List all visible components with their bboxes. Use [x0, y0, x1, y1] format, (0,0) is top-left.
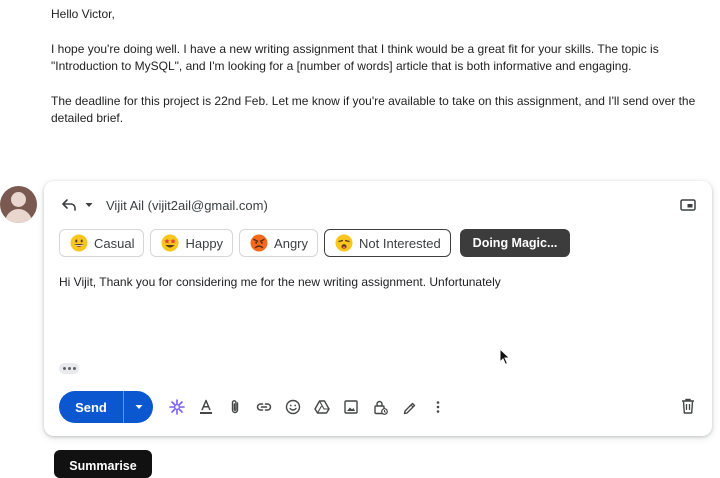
avatar[interactable] — [0, 186, 37, 223]
show-trimmed-content-button[interactable] — [59, 363, 79, 374]
tone-not-interested-button[interactable]: Not Interested — [324, 229, 451, 257]
tone-angry-button[interactable]: Angry — [239, 229, 319, 257]
mouse-cursor-icon — [499, 348, 511, 366]
reply-icon[interactable] — [60, 196, 78, 214]
reply-header: Vijit Ail (vijit2ail@gmail.com) — [60, 195, 268, 215]
attach-button[interactable] — [220, 397, 249, 417]
email-paragraph-1: I hope you're doing well. I have a new w… — [51, 41, 659, 74]
star-struck-emoji — [161, 234, 179, 252]
email-paragraph-2: The deadline for this project is 22nd Fe… — [51, 93, 696, 126]
tone-label: Not Interested — [359, 235, 441, 251]
summarise-button[interactable]: Summarise — [54, 450, 152, 478]
text-format-icon — [199, 399, 212, 414]
trash-icon[interactable] — [680, 397, 696, 415]
insert-signature-button[interactable] — [394, 397, 423, 417]
more-options-icon — [436, 401, 439, 413]
grinning-face-emoji — [70, 234, 88, 252]
confidential-mode-button[interactable] — [365, 397, 394, 417]
insert-emoji-button[interactable] — [278, 397, 307, 417]
emoji-icon — [285, 399, 300, 415]
ai-sparkle-icon — [168, 399, 185, 415]
chevron-down-icon — [135, 405, 142, 409]
reply-compose-box: Vijit Ail (vijit2ail@gmail.com) Casual H… — [44, 181, 712, 436]
tone-label: Happy — [185, 235, 224, 251]
insert-link-button[interactable] — [249, 397, 278, 417]
weary-face-emoji — [335, 234, 353, 252]
link-icon — [256, 403, 271, 411]
ai-sparkle-button[interactable] — [162, 397, 191, 417]
photo-icon — [343, 400, 358, 414]
popout-icon[interactable] — [680, 197, 696, 213]
angry-face-emoji — [250, 234, 268, 252]
insert-photo-button[interactable] — [336, 397, 365, 417]
tone-selector: Casual Happy Angry Not Interested Doing … — [59, 229, 571, 257]
chevron-down-icon[interactable] — [84, 200, 94, 210]
more-options-button[interactable] — [423, 397, 452, 417]
doing-magic-button[interactable]: Doing Magic... — [459, 229, 571, 257]
email-body: Hello Victor, I hope you're doing well. … — [51, 6, 716, 145]
insert-drive-button[interactable] — [307, 397, 336, 417]
tone-casual-button[interactable]: Casual — [59, 229, 145, 257]
confidential-lock-icon — [373, 400, 388, 415]
signature-pen-icon — [403, 402, 415, 415]
attach-icon — [231, 400, 238, 414]
tone-label: Angry — [274, 235, 309, 251]
send-button-group: Send — [59, 391, 153, 423]
recipient[interactable]: Vijit Ail (vijit2ail@gmail.com) — [106, 198, 268, 213]
send-options-button[interactable] — [124, 391, 153, 423]
drive-icon — [313, 400, 330, 414]
tone-happy-button[interactable]: Happy — [150, 229, 234, 257]
email-greeting: Hello Victor, — [51, 7, 115, 21]
formatting-toolbar — [162, 397, 452, 417]
reply-draft-text[interactable]: Hi Vijit, Thank you for considering me f… — [59, 275, 501, 289]
text-format-button[interactable] — [191, 397, 220, 417]
send-button[interactable]: Send — [59, 391, 123, 423]
tone-label: Casual — [94, 235, 135, 251]
